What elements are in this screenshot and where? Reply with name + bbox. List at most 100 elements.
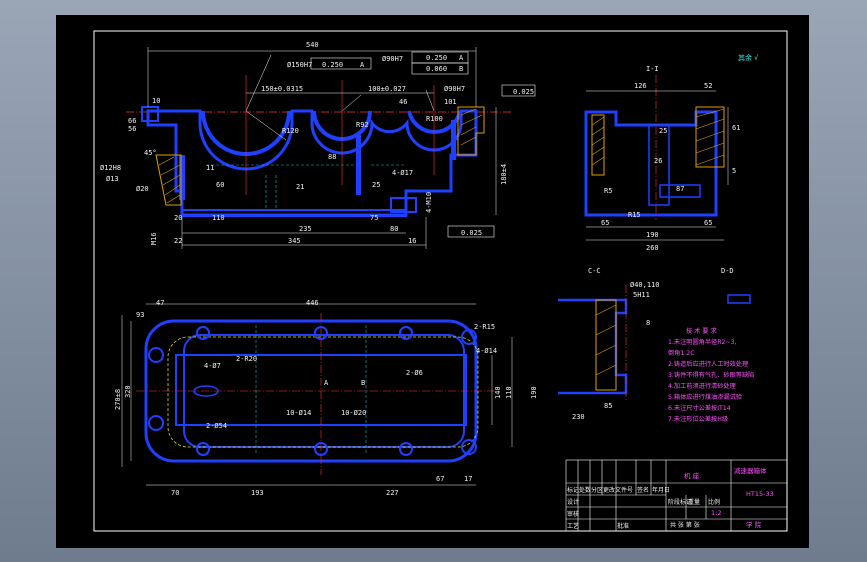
side-dim-61: 61 [732, 124, 740, 132]
tech-req-title: 技 术 要 求 [686, 327, 717, 335]
tol-flatness-bottom: 0.025 [461, 229, 482, 237]
dim-bottom-22: 22 [174, 237, 182, 245]
top-mark-a: A [324, 379, 329, 387]
title-head-4: 签名 [637, 486, 649, 494]
tech-req-line-4: 3.铸件不得有气孔、砂眼等缺陷 [668, 371, 754, 379]
dim-60: 60 [216, 181, 224, 189]
side-dim-25: 25 [659, 127, 667, 135]
dim-hole-1: Ø12H8 [100, 164, 121, 172]
title-scale-label: 比例 [708, 498, 720, 506]
title-weight-label: 重量 [688, 498, 700, 506]
top-dim-227: 227 [386, 489, 399, 497]
title-head-1: 处数 [579, 486, 591, 494]
dim-thread-left: M16 [150, 232, 158, 245]
top-view [121, 303, 513, 486]
title-head-5: 年月日 [652, 486, 670, 494]
tech-req-line-8: 7.未注形位公差按H级 [668, 415, 728, 423]
dim-11: 11 [206, 164, 214, 172]
side-dim-r15: R15 [628, 211, 641, 219]
title-scale: 1:2 [711, 509, 721, 517]
dim-hole-2: Ø20 [136, 185, 149, 193]
tol-flatness-top: 0.025 [513, 88, 534, 96]
tech-req-line-1: 1.未注明圆角半径R2~3, [668, 338, 737, 346]
drawing-canvas[interactable]: 540 Ø150H7 0.250 A Ø90H7 0.250 A 0.060 B… [56, 15, 809, 548]
top-dim-17: 17 [464, 475, 472, 483]
section-label: C-C [588, 267, 601, 275]
dim-10: 10 [152, 97, 160, 105]
tol-left-value: 0.250 [322, 61, 343, 69]
top-dim-193: 193 [251, 489, 264, 497]
roughness-symbol: √ [754, 54, 759, 62]
dim-height-180: 180±4 [500, 164, 508, 185]
title-head-2: 分区 [591, 486, 603, 494]
drawing-border [93, 30, 788, 532]
title-sheet: 共 张 第 张 [670, 521, 700, 529]
top-dim-hole-e: 2-Ø54 [206, 422, 227, 430]
top-dim-140: 140 [494, 386, 502, 399]
dim-88: 88 [328, 153, 336, 161]
side-dim-65a: 65 [601, 219, 609, 227]
side-dim-126: 126 [634, 82, 647, 90]
tech-req-line-3: 2.铸造后应进行人工时效处理 [668, 360, 748, 368]
title-role-2: 工艺 [567, 522, 579, 530]
top-dim-47: 47 [156, 299, 164, 307]
title-drawing-name: 减速器箱体 [734, 466, 767, 475]
tol-left-datum: A [360, 61, 365, 69]
tech-req-line-5: 4.加工前须进行清砂处理 [668, 382, 736, 390]
dim-46: 46 [399, 98, 407, 106]
tech-req-line-2: 倒角1.2C [668, 349, 695, 357]
top-dim-r20: 2-R20 [236, 355, 257, 363]
side-dim-26: 26 [654, 157, 662, 165]
tech-requirements: 技 术 要 求 1.未注明圆角半径R2~3, 倒角1.2C 2.铸造后应进行人工… [668, 327, 754, 423]
drawing-svg: 540 Ø150H7 0.250 A Ø90H7 0.250 A 0.060 B… [93, 30, 788, 532]
tol-right-a-datum: A [459, 54, 464, 62]
dim-bottom-75: 75 [370, 214, 378, 222]
tol-right-b-datum: B [459, 65, 463, 73]
top-dim-r15: 2-R15 [474, 323, 495, 331]
side-dim-87: 87 [676, 185, 684, 193]
section-dim-5h: 5H11 [633, 291, 650, 299]
side-dim-190: 190 [646, 231, 659, 239]
top-dim-hole-d: 4-Ø7 [204, 362, 221, 370]
title-material: HT15-33 [746, 490, 774, 498]
dim-bore-left: Ø150H7 [287, 61, 312, 69]
top-dim-70: 70 [171, 489, 179, 497]
roughness-note: 其余 [738, 53, 752, 62]
dim-21: 21 [296, 183, 304, 191]
top-dim-93: 93 [136, 311, 144, 319]
dim-bottom-80: 80 [390, 225, 398, 233]
top-dim-320: 320 [124, 385, 132, 398]
dim-101: 101 [444, 98, 457, 106]
section-label-2: D-D [721, 267, 734, 275]
top-dim-446: 446 [306, 299, 319, 307]
title-role-0: 设计 [567, 498, 579, 506]
dim-bottom-110: 110 [212, 214, 225, 222]
top-dim-hole-c: 10-Ø20 [341, 409, 366, 417]
side-dim-r5: R5 [604, 187, 612, 195]
dim-bottom-345: 345 [288, 237, 301, 245]
section-dim-85: 85 [604, 402, 612, 410]
tol-right-b: 0.060 [426, 65, 447, 73]
dim-25: 25 [372, 181, 380, 189]
tol-right-a: 0.250 [426, 54, 447, 62]
dim-r120: R120 [282, 127, 299, 135]
dim-r100: R100 [426, 115, 443, 123]
side-dim-260: 260 [646, 244, 659, 252]
tech-req-line-6: 5.箱体应进行煤油渗漏试验 [668, 393, 743, 401]
top-dim-hole-a2: 4-Ø14 [476, 347, 497, 355]
top-mark-b: B [361, 379, 365, 387]
top-dim-hole-f: 2-Ø6 [406, 369, 423, 377]
title-school: 机 座 [684, 471, 700, 480]
title-role-3: 批准 [617, 522, 629, 530]
dim-r92: R92 [356, 121, 369, 129]
tech-req-line-7: 6.未注尺寸公差按IT14 [668, 404, 731, 412]
section-dim-8: 8 [646, 319, 650, 327]
side-dim-5: 5 [732, 167, 736, 175]
dim-angle: 45° [144, 149, 157, 157]
dim-bottom-235: 235 [299, 225, 312, 233]
dim-56: 56 [128, 125, 136, 133]
title-role-1: 审核 [567, 510, 579, 518]
dim-center-dist-1: 150±0.0315 [261, 85, 303, 93]
dim-hole-1b: Ø13 [106, 175, 119, 183]
dim-overall-length: 540 [306, 41, 319, 49]
